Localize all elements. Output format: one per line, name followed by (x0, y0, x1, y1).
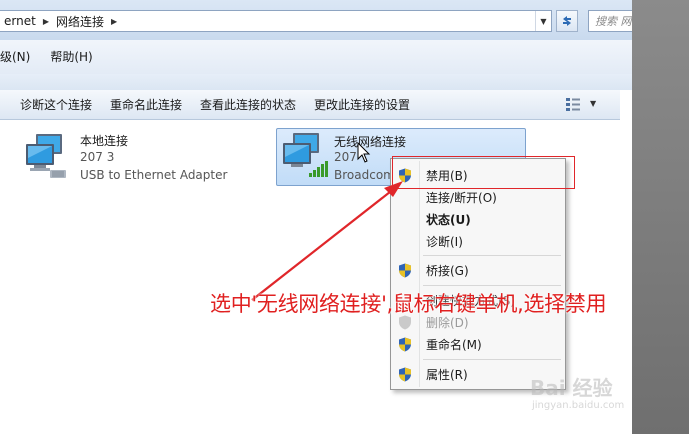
breadcrumb-ethernet[interactable]: ernet (0, 14, 40, 28)
menu-item-label: 状态(U) (426, 212, 471, 227)
menu-item-label: 重命名(M) (426, 337, 482, 352)
menu-item-label: 连接/断开(O) (426, 190, 497, 205)
connection-name: 本地连接 (80, 134, 129, 148)
menu-item-diagnose[interactable]: 诊断(I) (393, 230, 563, 252)
diagnose-connection-button[interactable]: 诊断这个连接 (0, 96, 101, 113)
view-status-button[interactable]: 查看此连接的状态 (191, 96, 305, 113)
address-bar-region: ernet ▶ 网络连接 ▶ ▼ 搜索 网 (0, 0, 632, 40)
change-view-icon[interactable] (566, 98, 580, 111)
menu-help[interactable]: 帮助(H) (50, 48, 100, 65)
breadcrumb-network-connections[interactable]: 网络连接 (52, 13, 108, 30)
search-input[interactable]: 搜索 网 (588, 10, 632, 32)
menu-item-label: 诊断(I) (426, 234, 463, 249)
connection-adapter: Broadcom (334, 168, 395, 182)
breadcrumb-arrow-icon[interactable]: ▶ (40, 17, 52, 26)
menu-item-connect-disconnect[interactable]: 连接/断开(O) (393, 186, 563, 208)
address-bar[interactable]: ernet ▶ 网络连接 ▶ ▼ (0, 10, 552, 32)
menu-separator (423, 285, 561, 286)
command-bar: 诊断这个连接 重命名此连接 查看此连接的状态 更改此连接的设置 (0, 90, 632, 120)
connection-network: 207 (334, 150, 357, 164)
refresh-icon (563, 16, 571, 26)
refresh-button[interactable] (556, 10, 578, 32)
local-connection-item[interactable]: 本地连接 207 3 USB to Ethernet Adapter (22, 128, 262, 186)
highlight-box (392, 156, 575, 189)
uac-shield-icon (399, 337, 411, 352)
menu-item-bridge[interactable]: 桥接(G) (393, 259, 563, 281)
computer-network-icon (26, 134, 66, 178)
wireless-network-icon (283, 133, 328, 177)
annotation-text: 选中'无线网络连接',鼠标右键单机,选择禁用 (210, 292, 607, 316)
connection-adapter: USB to Ethernet Adapter (80, 168, 228, 182)
desktop-background (620, 0, 689, 434)
watermark-logo: Bai 经验 (530, 376, 613, 400)
menu-separator (423, 359, 561, 360)
menu-item-label: 属性(R) (426, 367, 468, 382)
menu-item-rename[interactable]: 重命名(M) (393, 333, 563, 355)
menu-item-status[interactable]: 状态(U) (393, 208, 563, 230)
uac-shield-icon (399, 367, 411, 382)
view-dropdown-icon[interactable]: ▼ (590, 99, 596, 108)
menu-separator (423, 255, 561, 256)
menu-item-label: 桥接(G) (426, 263, 469, 278)
menu-advanced[interactable]: 级(N) (0, 48, 38, 65)
change-settings-button[interactable]: 更改此连接的设置 (305, 96, 419, 113)
menu-band (0, 74, 632, 90)
address-dropdown-icon[interactable]: ▼ (535, 11, 551, 31)
watermark-url: jingyan.baidu.com (532, 400, 625, 411)
uac-shield-icon (399, 263, 411, 278)
connection-network: 207 3 (80, 150, 115, 164)
menu-bar: 级(N) 帮助(H) (0, 40, 632, 74)
mouse-cursor-icon (357, 142, 371, 163)
breadcrumb-arrow-icon[interactable]: ▶ (108, 17, 120, 26)
rename-connection-button[interactable]: 重命名此连接 (101, 96, 191, 113)
context-menu: 禁用(B) 连接/断开(O) 状态(U) 诊断(I) 桥接(G) 创建快捷方式(… (390, 158, 566, 390)
baidu-watermark: Bai 经验 jingyan.baidu.com (530, 372, 650, 422)
